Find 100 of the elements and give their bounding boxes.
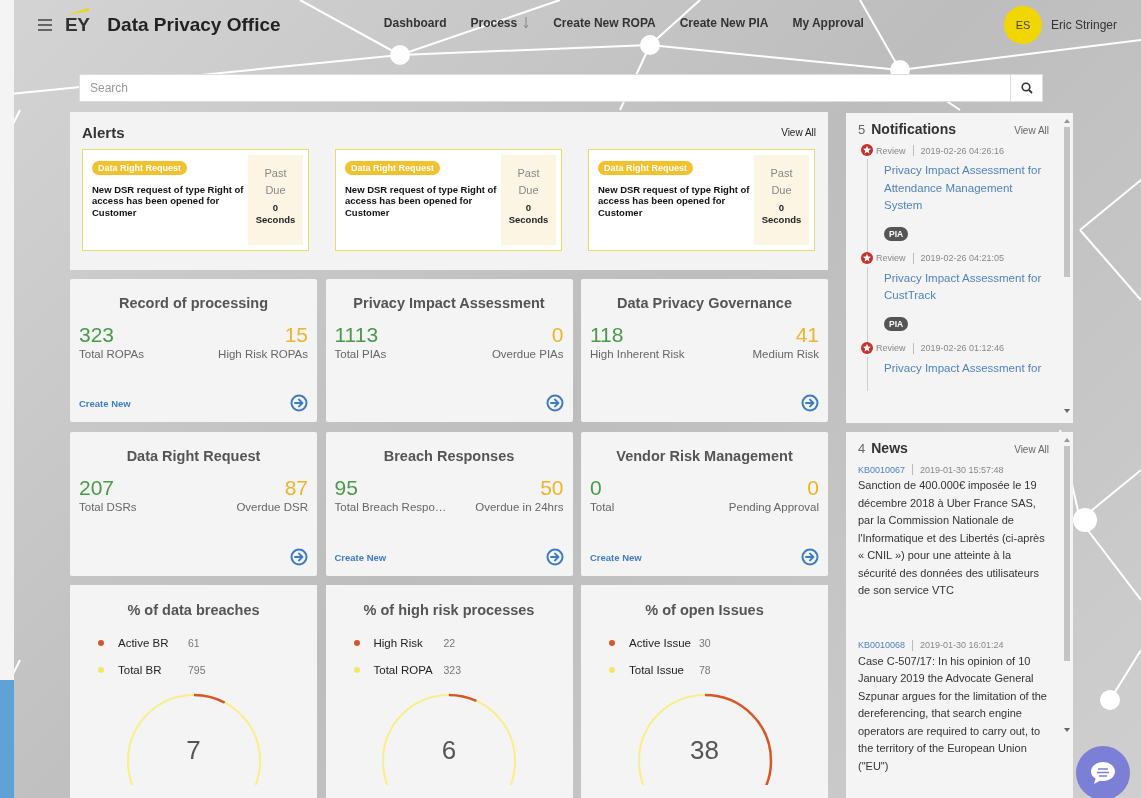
primary-count: 0 (590, 476, 602, 500)
category-tag: Data Right Request (92, 161, 187, 175)
arrow-circle-icon[interactable] (290, 394, 308, 412)
view-all-link[interactable]: View All (1014, 444, 1049, 455)
news-count: 4 (858, 441, 866, 456)
card-title: Vendor Risk Management (615, 448, 794, 464)
notification-count: 5 (858, 122, 866, 137)
arrow-circle-icon[interactable] (545, 394, 564, 412)
secondary-label: Overdue DSR (236, 501, 308, 513)
notification-time: 2019-02-26 04:26:16 (920, 145, 1005, 156)
legend-label: High Risk (373, 636, 424, 649)
legend-value: 22 (443, 636, 456, 649)
alert-card[interactable]: Data Right Request New DSR request of type Right of access has been opened for Customer Past Due 0 Seconds (335, 149, 562, 251)
secondary-count: 50 (540, 476, 564, 500)
primary-count: 1113 (334, 323, 379, 347)
nav-link[interactable]: My Approval (792, 16, 864, 30)
nav-link[interactable]: Create New ROPA (553, 16, 656, 30)
chat-bubble-icon (1089, 760, 1117, 786)
notification-status: Review (876, 145, 906, 156)
user-name[interactable]: Eric Stringer (1050, 18, 1117, 32)
legend-value: 795 (188, 663, 206, 676)
secondary-label: Overdue in 24hrs (475, 501, 564, 513)
due-unit: Seconds (255, 214, 296, 226)
search-field[interactable]: Search (79, 74, 1010, 102)
primary-count: 118 (590, 323, 624, 347)
primary-label: Total (590, 501, 615, 513)
legend-label: Active Issue (629, 636, 692, 649)
primary-count: 323 (79, 323, 115, 347)
article-id-link[interactable]: KB0010067 (858, 464, 906, 475)
network-node (390, 45, 410, 65)
view-all-link[interactable]: View All (781, 127, 816, 138)
nav-link[interactable]: Create New PIA (679, 16, 769, 30)
secondary-label: Pending Approval (728, 501, 819, 513)
card-title: Data Privacy Governance (616, 295, 793, 311)
primary-label: Total PIAs (334, 348, 387, 360)
article-id-link[interactable]: KB0010068 (858, 640, 906, 650)
secondary-label: Overdue PIAs (491, 348, 564, 360)
create-new-link[interactable]: Create New (334, 551, 387, 563)
search-button[interactable] (1010, 74, 1043, 102)
star-badge-icon (860, 250, 874, 265)
notification-link[interactable]: Privacy Impact Assessment for CustTrack (884, 269, 1049, 305)
due-value: 0 (525, 202, 532, 214)
arrow-circle-icon[interactable] (801, 548, 819, 566)
due-label: Past Due (263, 166, 288, 198)
alert-card[interactable]: Data Right Request New DSR request of type Right of access has been opened for Customer Past Due 0 Seconds (588, 149, 815, 251)
primary-label: Total DSRs (79, 501, 137, 513)
card-title: Breach Responses (382, 448, 516, 464)
due-label: Past Due (769, 166, 794, 198)
alert-message: New DSR request of type Right of access has been opened for Customer (345, 184, 497, 219)
card-title: % of data breaches (126, 602, 261, 618)
news-time: 2019-01-30 15:57:48 (920, 464, 1004, 475)
notification-status: Review (876, 343, 906, 353)
alert-message: New DSR request of type Right of access has been opened for Customer (92, 184, 244, 219)
card-title: Privacy Impact Assessment (352, 295, 546, 311)
gauge-value: 6 (440, 735, 458, 766)
due-value: 0 (272, 202, 279, 214)
nav-link[interactable]: Dashboard (383, 16, 447, 30)
type-tag: PIA (884, 226, 909, 241)
notification-link[interactable]: Privacy Impact Assessment for (884, 359, 1049, 377)
star-badge-icon (860, 340, 874, 355)
secondary-label: High Risk ROPAs (218, 348, 308, 360)
chat-button[interactable] (1076, 746, 1130, 798)
primary-label: High Inherent Risk (590, 348, 685, 360)
gauge-value: 38 (689, 735, 720, 766)
legend-label: Total Issue (629, 663, 685, 676)
primary-count: 95 (334, 476, 358, 500)
news-text: Case C-507/17: In his opinion of 10 January 2019 the Advocate General Szpunar argues for the limitation of the dereferencing, that search engine operators are required to carry out, to the territory of the European Union ("EU") (858, 653, 1048, 774)
nav-link[interactable]: Process (470, 16, 530, 30)
view-all-link[interactable]: View All (1014, 125, 1049, 136)
panel-title: Alerts (82, 124, 125, 141)
card-title: % of high risk processes (362, 602, 536, 618)
legend-value: 78 (699, 663, 711, 676)
legend-label: Active BR (118, 636, 170, 649)
legend-value: 61 (188, 636, 200, 649)
star-badge-icon (860, 143, 874, 157)
category-tag: Data Right Request (598, 161, 693, 175)
primary-label: Total Breach Respo… (334, 501, 447, 513)
notification-status: Review (876, 253, 906, 263)
arrow-circle-icon[interactable] (545, 548, 564, 566)
type-tag: PIA (884, 316, 909, 331)
arrow-circle-icon[interactable] (801, 394, 819, 412)
app-title: Data Privacy Office (107, 14, 281, 36)
arrow-circle-icon[interactable] (290, 548, 308, 566)
menu-icon[interactable] (38, 19, 52, 31)
gauge-value: 7 (185, 735, 202, 766)
alert-card[interactable]: Data Right Request New DSR request of type Right of access has been opened for Customer Past Due 0 Seconds (82, 149, 309, 251)
alert-message: New DSR request of type Right of access has been opened for Customer (598, 184, 750, 219)
panel-title: Notifications (871, 121, 956, 137)
brand-logo: EY (65, 7, 90, 35)
create-new-link[interactable]: Create New (590, 551, 642, 563)
card-title: % of open Issues (644, 602, 765, 618)
create-new-link[interactable]: Create New (79, 397, 131, 409)
card-title: Data Right Request (125, 448, 262, 464)
secondary-label: Medium Risk (752, 348, 819, 360)
user-avatar[interactable]: ES (1003, 6, 1042, 44)
due-unit: Seconds (508, 214, 549, 226)
due-value: 0 (778, 202, 785, 214)
secondary-count: 41 (795, 323, 819, 347)
secondary-count: 0 (807, 476, 819, 500)
notification-link[interactable]: Privacy Impact Assessment for Attendance Management System (884, 162, 1049, 215)
